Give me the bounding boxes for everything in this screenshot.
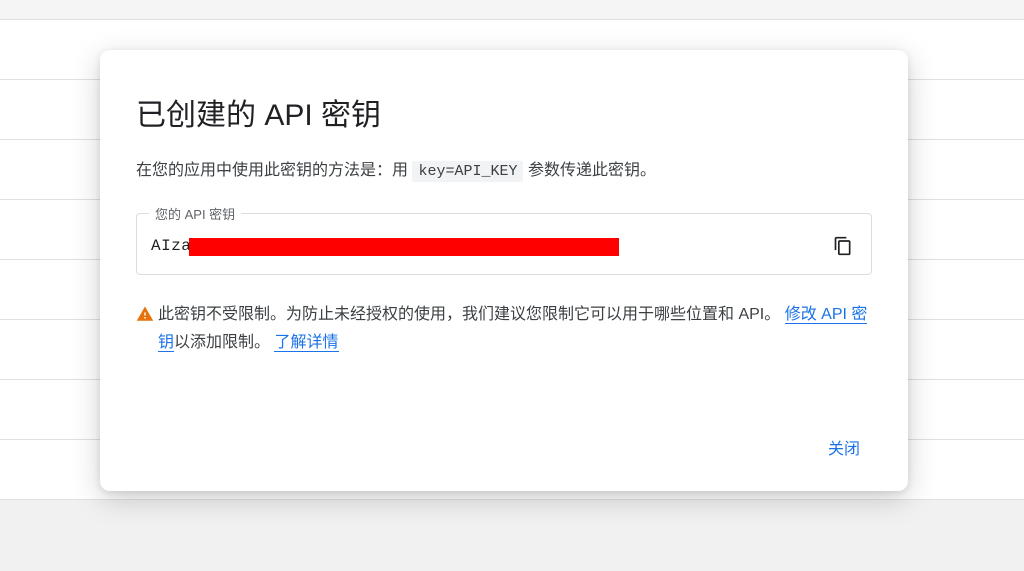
warning-message: 此密钥不受限制。为防止未经授权的使用，我们建议您限制它可以用于哪些位置和 API…: [136, 301, 872, 357]
desc-suffix: 参数传递此密钥。: [528, 162, 656, 179]
api-key-prefix: AIza: [151, 237, 191, 255]
dialog-title: 已创建的 API 密钥: [136, 90, 872, 134]
copy-icon: [833, 236, 853, 256]
close-button[interactable]: 关闭: [816, 427, 872, 467]
warning-part2: 以添加限制。: [174, 334, 270, 351]
copy-button[interactable]: [829, 232, 857, 260]
dialog-actions: 关闭: [136, 427, 872, 467]
learn-more-link[interactable]: 了解详情: [274, 334, 338, 352]
api-key-created-dialog: 已创建的 API 密钥 在您的应用中使用此密钥的方法是：用 key=API_KE…: [100, 50, 908, 491]
warning-part1: 此密钥不受限制。为防止未经授权的使用，我们建议您限制它可以用于哪些位置和 API…: [158, 306, 780, 323]
desc-code: key=API_KEY: [412, 161, 523, 182]
api-key-redacted: [189, 238, 619, 256]
api-key-field: 您的 API 密钥 AIza: [136, 213, 872, 275]
bg-row: [0, 0, 1024, 20]
desc-prefix: 在您的应用中使用此密钥的方法是：用: [136, 162, 412, 179]
warning-text: 此密钥不受限制。为防止未经授权的使用，我们建议您限制它可以用于哪些位置和 API…: [158, 301, 872, 357]
warning-icon: [136, 303, 154, 331]
api-key-value[interactable]: AIza: [151, 236, 619, 256]
dialog-description: 在您的应用中使用此密钥的方法是：用 key=API_KEY 参数传递此密钥。: [136, 158, 872, 185]
field-label: 您的 API 密钥: [149, 204, 241, 223]
